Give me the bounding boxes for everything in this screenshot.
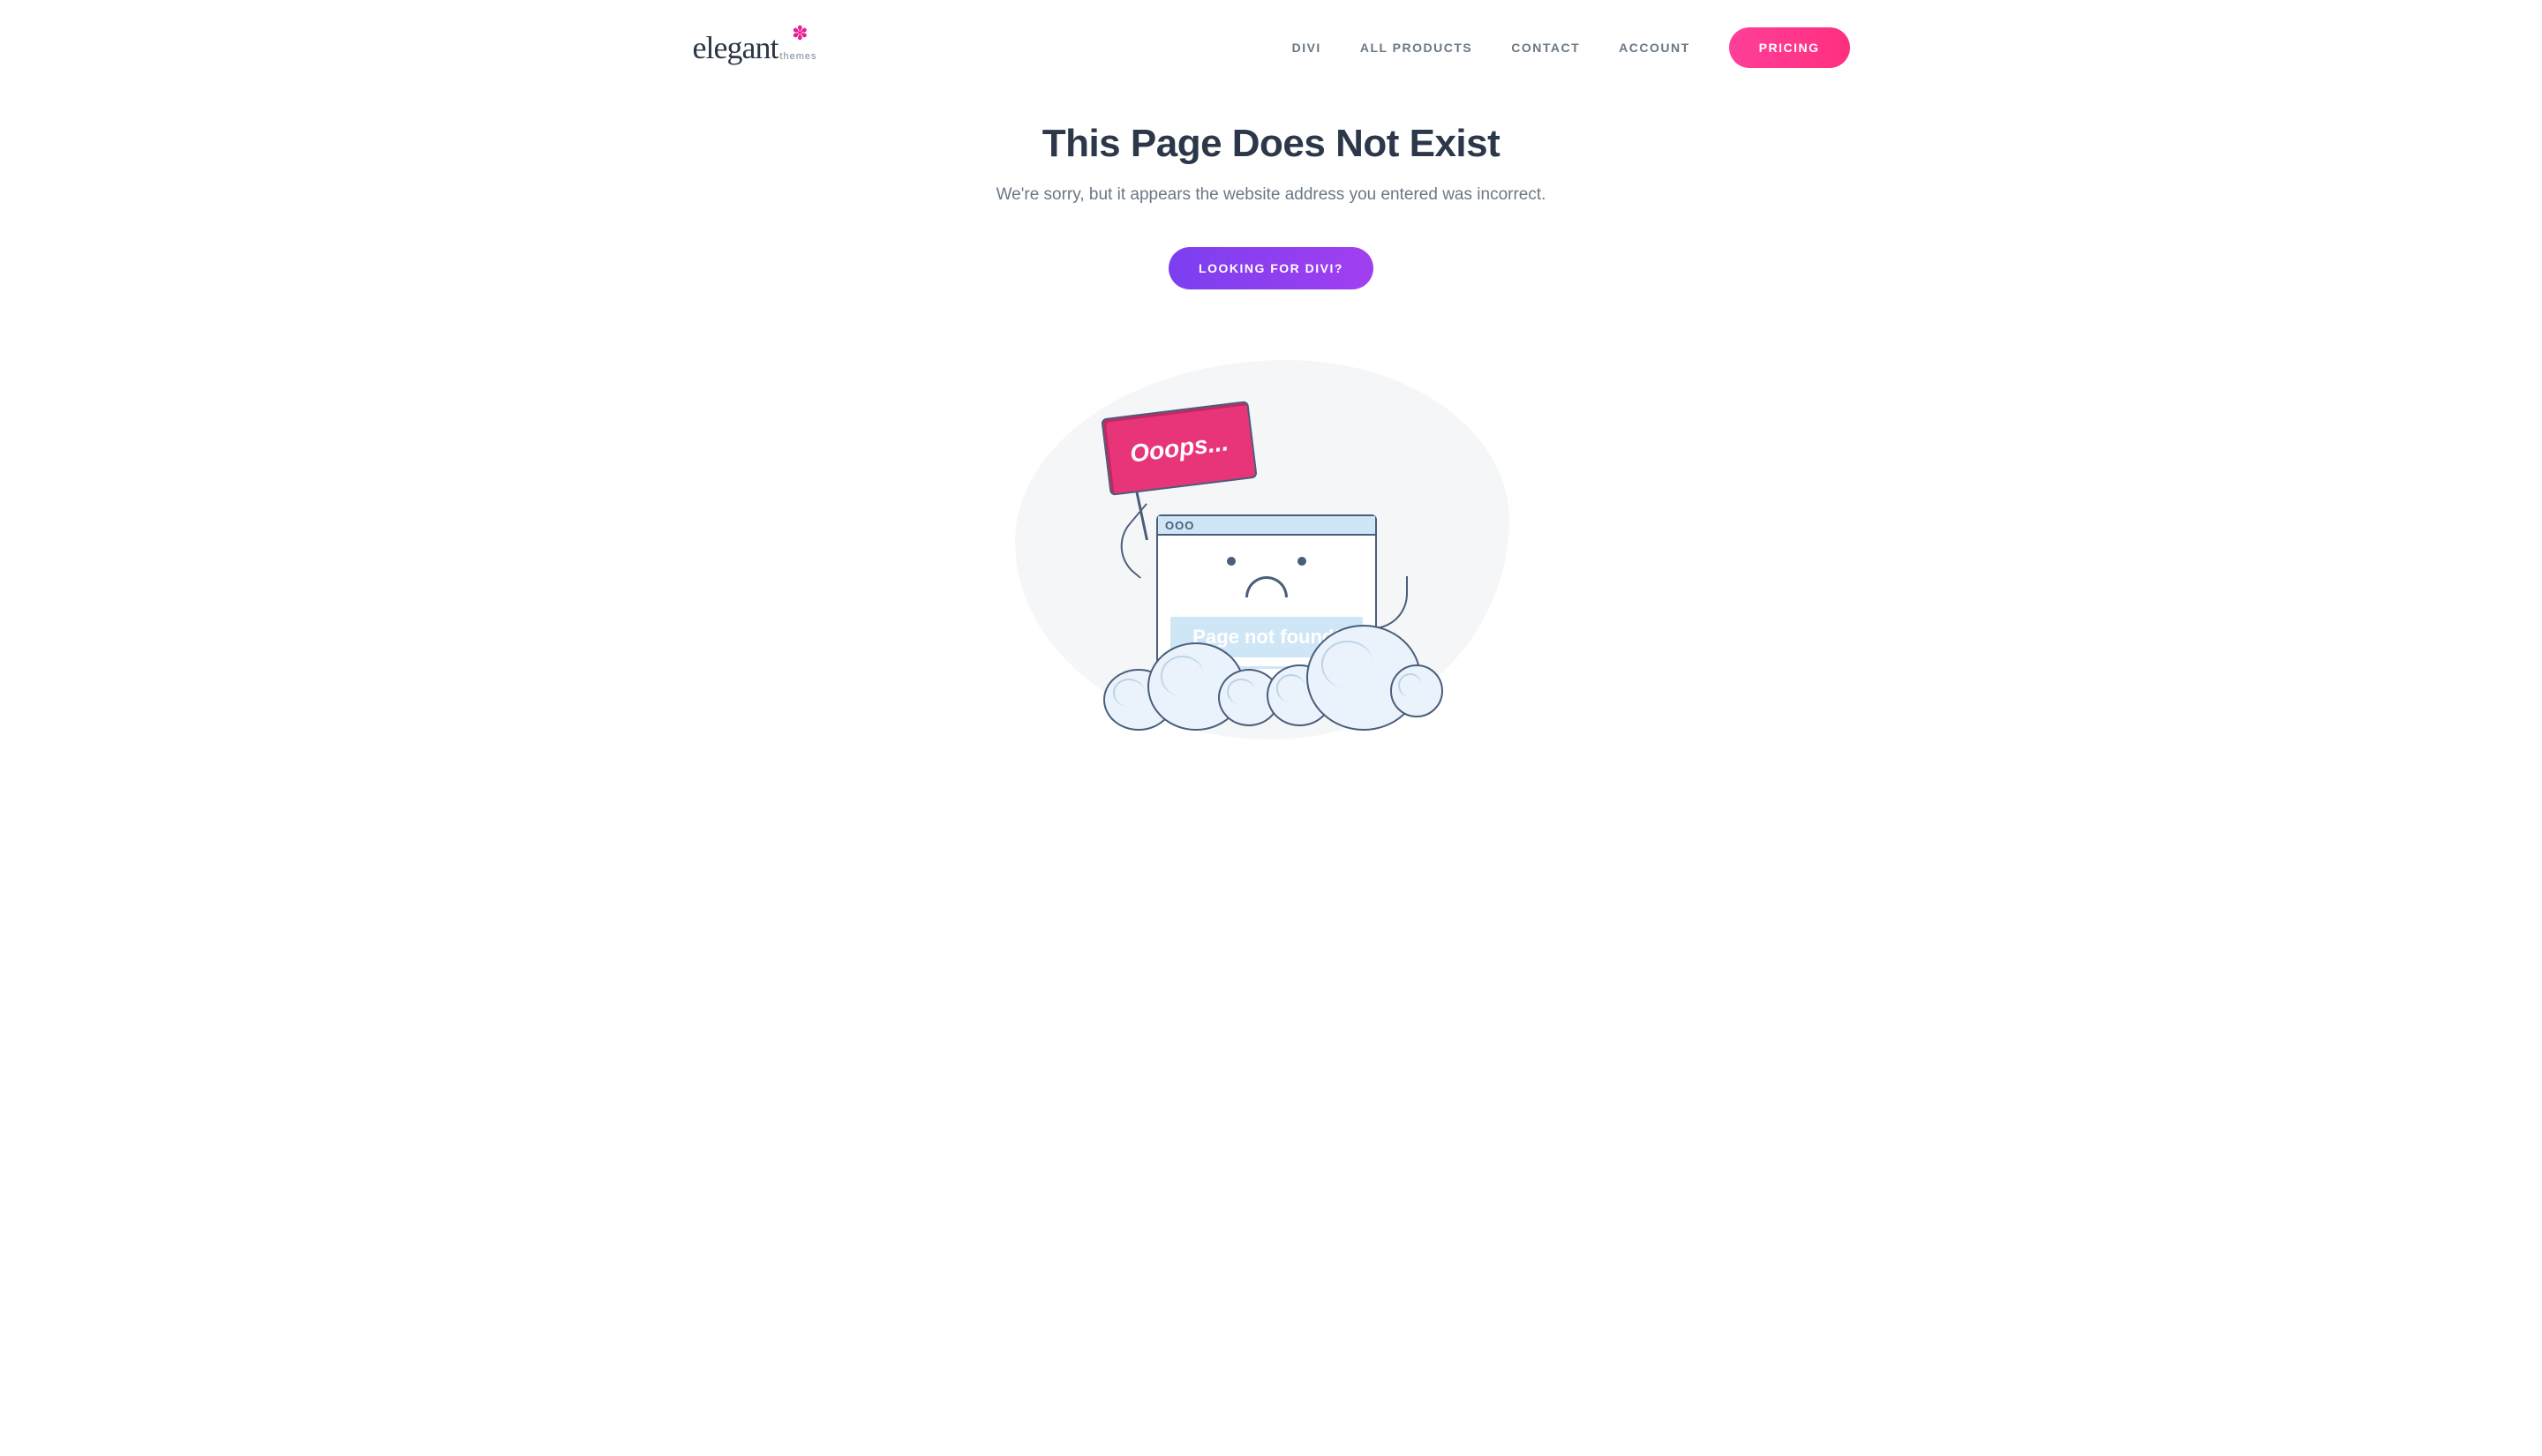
nav-link-contact[interactable]: CONTACT [1511, 41, 1580, 55]
brand-word: elegant [693, 32, 778, 64]
flower-icon: ✽ [792, 24, 808, 43]
frown-icon [1245, 576, 1288, 597]
cloud-icon [1390, 664, 1443, 717]
error-main: This Page Does Not Exist We're sorry, bu… [629, 78, 1914, 739]
ooops-flag-text: Ooops... [1128, 428, 1230, 468]
error-illustration: Ooops... OOO Page not found! [1024, 360, 1518, 739]
page-subtitle: We're sorry, but it appears the website … [629, 185, 1914, 205]
nav-link-account[interactable]: ACCOUNT [1619, 41, 1690, 55]
looking-for-divi-button[interactable]: LOOKING FOR DIVI? [1169, 247, 1373, 289]
primary-nav: DIVI ALL PRODUCTS CONTACT ACCOUNT PRICIN… [1292, 27, 1850, 68]
nav-link-all-products[interactable]: ALL PRODUCTS [1360, 41, 1472, 55]
nav-link-divi[interactable]: DIVI [1292, 41, 1321, 55]
eye-left-icon [1227, 557, 1236, 566]
brand-logo[interactable]: elegant themes ✽ [693, 32, 817, 64]
site-header: elegant themes ✽ DIVI ALL PRODUCTS CONTA… [629, 0, 1914, 78]
face-eyes [1170, 557, 1363, 566]
eye-right-icon [1297, 557, 1306, 566]
page-title: This Page Does Not Exist [629, 122, 1914, 166]
brand-subword: themes [779, 51, 816, 62]
nav-link-pricing[interactable]: PRICING [1729, 27, 1850, 68]
browser-titlebar: OOO [1158, 516, 1375, 536]
